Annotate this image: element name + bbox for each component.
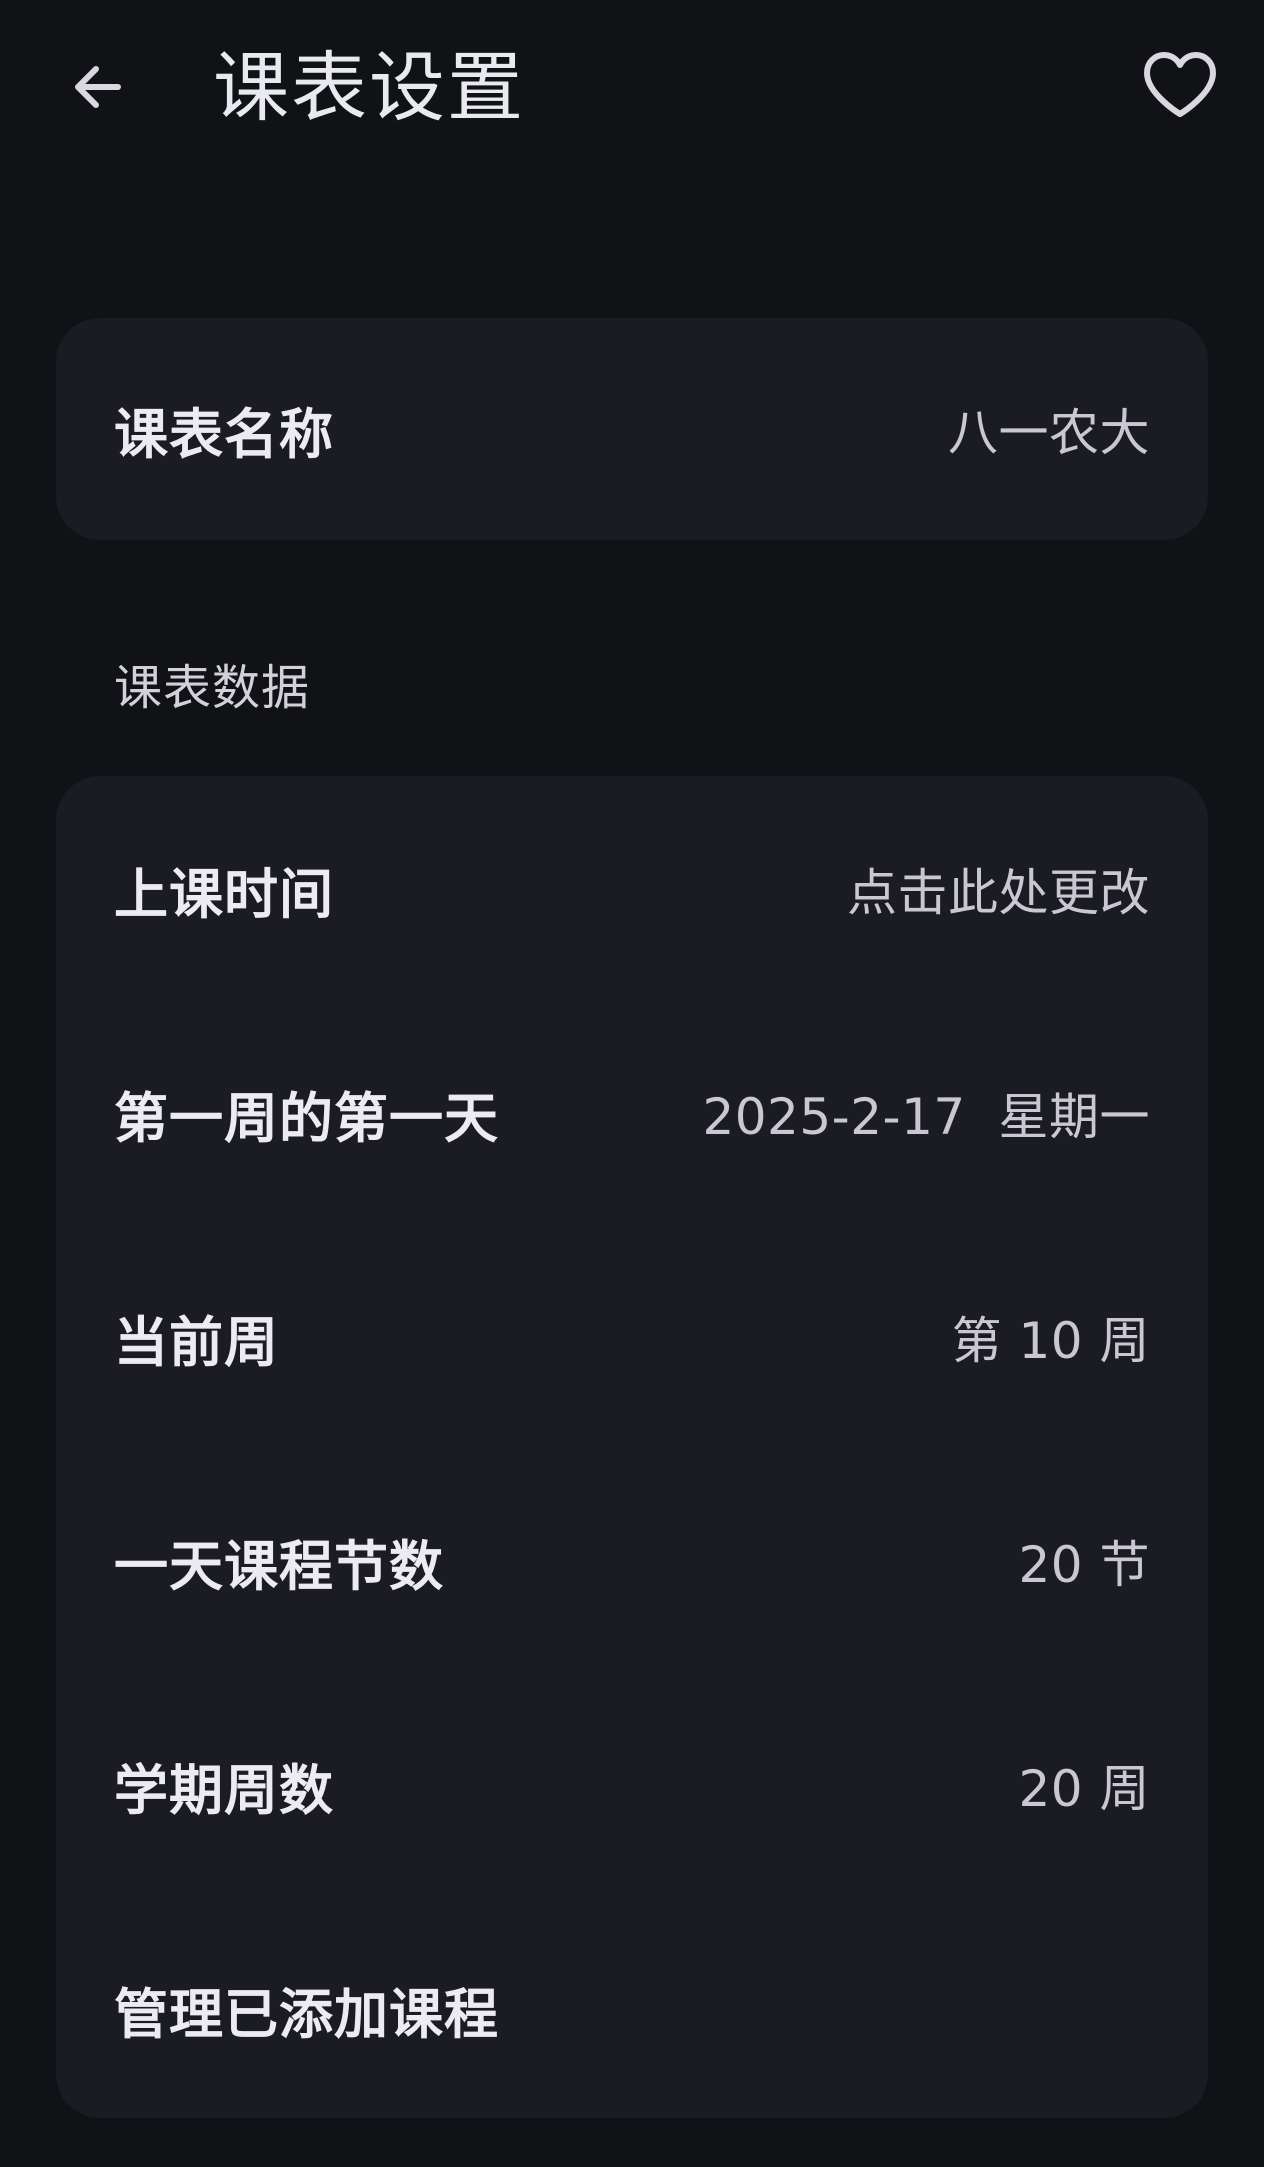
periods-per-day-row[interactable]: 一天课程节数 20 节 bbox=[114, 1505, 1150, 1617]
first-day-row[interactable]: 第一周的第一天 2025-2-17 星期一 bbox=[114, 1057, 1150, 1169]
semester-weeks-row[interactable]: 学期周数 20 周 bbox=[114, 1729, 1150, 1841]
manage-courses-row[interactable]: 管理已添加课程 bbox=[114, 1953, 1150, 2065]
first-day-label: 第一周的第一天 bbox=[114, 1086, 499, 1150]
semester-weeks-value: 20 周 bbox=[1018, 1760, 1150, 1818]
current-week-row[interactable]: 当前周 第 10 周 bbox=[114, 1281, 1150, 1393]
schedule-name-row[interactable]: 课表名称 八一农大 bbox=[114, 373, 1150, 485]
periods-per-day-label: 一天课程节数 bbox=[114, 1534, 444, 1598]
class-time-label: 上课时间 bbox=[114, 862, 334, 926]
schedule-name-card: 课表名称 八一农大 bbox=[56, 318, 1208, 540]
schedule-data-card: 上课时间 点击此处更改 第一周的第一天 2025-2-17 星期一 当前周 第 … bbox=[56, 776, 1208, 2118]
section-header-schedule-data: 课表数据 bbox=[114, 660, 311, 716]
schedule-name-value: 八一农大 bbox=[948, 404, 1150, 462]
first-day-value: 2025-2-17 星期一 bbox=[702, 1088, 1150, 1146]
arrow-left-icon bbox=[75, 66, 121, 108]
semester-weeks-label: 学期周数 bbox=[114, 1758, 334, 1822]
class-time-value: 点击此处更改 bbox=[847, 864, 1150, 922]
periods-per-day-value: 20 节 bbox=[1018, 1536, 1150, 1594]
schedule-name-label: 课表名称 bbox=[114, 402, 334, 466]
heart-outline-icon bbox=[1144, 52, 1216, 117]
current-week-value: 第 10 周 bbox=[951, 1312, 1150, 1370]
page-title: 课表设置 bbox=[213, 43, 525, 132]
top-app-bar: 课表设置 bbox=[0, 0, 1264, 175]
back-button[interactable] bbox=[56, 45, 140, 129]
class-time-row[interactable]: 上课时间 点击此处更改 bbox=[114, 833, 1150, 945]
manage-courses-label: 管理已添加课程 bbox=[114, 1982, 499, 2046]
favorite-button[interactable] bbox=[1130, 40, 1230, 130]
current-week-label: 当前周 bbox=[114, 1310, 279, 1374]
